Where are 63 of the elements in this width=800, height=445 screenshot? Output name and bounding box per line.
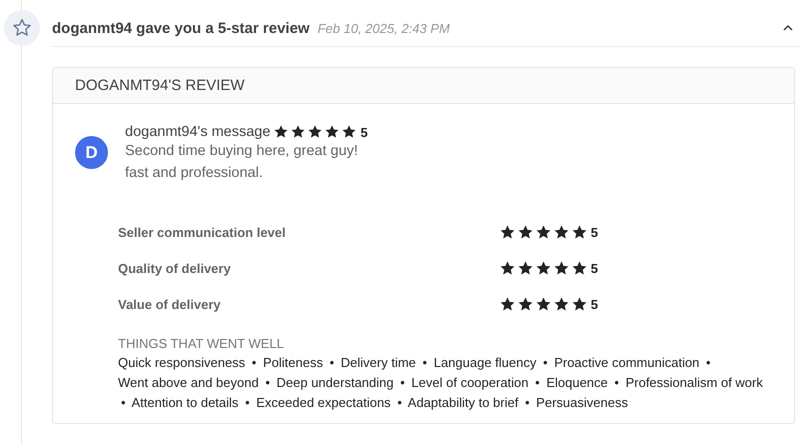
strength-tag: Proactive communication [554, 355, 700, 370]
rating-value: 5 [590, 224, 598, 240]
bullet-separator: • [400, 375, 405, 390]
bullet-separator: • [543, 355, 548, 370]
strength-tag: Language fluency [434, 355, 536, 370]
bullet-separator: • [422, 355, 428, 370]
strength-tag: Persuasiveness [536, 395, 628, 410]
strength-tag: Exceeded expectations [256, 395, 391, 410]
rating-value: 5 [590, 296, 598, 312]
avatar: D [75, 136, 108, 169]
star-icon [534, 260, 552, 276]
strength-tag: Eloquence [546, 375, 608, 390]
criterion-label: Seller communication level [118, 224, 286, 240]
bullet-separator: • [535, 375, 540, 390]
rating-value: 5 [360, 124, 368, 140]
notification-title: doganmt94 gave you a 5-star review [52, 20, 310, 36]
star-icon [341, 124, 358, 140]
review-message: Second time buying here, great guy! [125, 142, 359, 161]
star-icon [516, 260, 534, 276]
star-icon [552, 224, 570, 240]
star-icon [534, 224, 552, 240]
strength-tag: Went above and beyond [118, 375, 259, 390]
strength-tag: Level of cooperation [411, 375, 529, 390]
bullet-separator: • [121, 395, 126, 410]
bullet-separator: • [330, 355, 334, 370]
rating-value: 5 [590, 260, 598, 276]
star-badge-icon [4, 10, 40, 46]
bullet-separator: • [397, 395, 402, 410]
bullet-separator: • [706, 355, 711, 370]
criterion-label: Quality of delivery [118, 260, 231, 276]
star-icon [498, 296, 516, 312]
bullet-separator: • [265, 375, 270, 390]
star-icon [570, 224, 588, 240]
star-icon [516, 296, 534, 312]
star-icon [498, 260, 516, 276]
star-icon [290, 124, 306, 140]
bullet-separator: • [614, 375, 619, 390]
review-heading: DOGANMT94'S REVIEW [53, 68, 794, 104]
star-icon [570, 260, 588, 276]
star-icon [570, 296, 588, 312]
strength-tag: Politeness [262, 355, 323, 370]
star-icon [324, 124, 340, 140]
star-icon [307, 124, 324, 140]
strength-tag: Deep understanding [276, 375, 394, 390]
bullet-separator: • [524, 395, 530, 410]
star-icon [552, 296, 570, 312]
star-icon [516, 224, 534, 240]
strength-tag: Professionalism of work [626, 375, 763, 390]
star-icon [552, 260, 570, 276]
review-message: fast and professional. [125, 164, 264, 183]
notification-date: Feb 10, 2025, 2:43 PM [318, 20, 450, 36]
author-name: doganmt94's message [125, 124, 270, 140]
criterion-label: Value of delivery [118, 296, 221, 312]
strength-tag: Attention to details [131, 395, 238, 410]
strength-tag: Quick responsiveness [118, 355, 246, 370]
strength-tag: Adaptability to brief [408, 395, 518, 410]
bullet-separator: • [252, 355, 256, 370]
star-icon [534, 296, 552, 312]
section-heading: THINGS THAT WENT WELL [118, 336, 285, 351]
star-icon [273, 124, 290, 140]
star-icon [498, 224, 516, 240]
bullet-separator: • [245, 395, 250, 410]
strength-tag: Delivery time [340, 355, 416, 370]
